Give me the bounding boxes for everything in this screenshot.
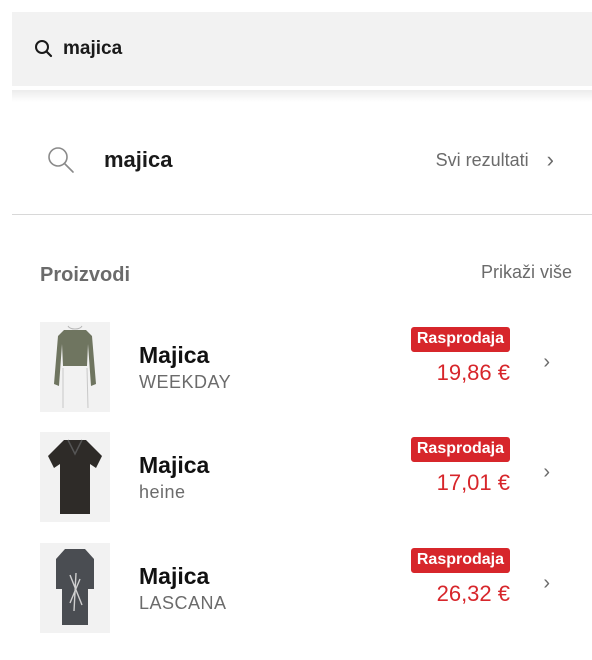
- section-title: Proizvodi: [40, 264, 131, 286]
- suggestion-term: majica: [104, 147, 173, 172]
- product-name: Majica: [139, 452, 210, 478]
- product-thumbnail: [40, 432, 110, 522]
- product-thumbnail: [40, 543, 110, 633]
- all-results-link[interactable]: Svi rezultati ›: [436, 147, 554, 173]
- printed-top-image: [56, 549, 94, 625]
- search-bar[interactable]: [12, 12, 592, 86]
- long-sleeve-top-image: [54, 325, 96, 409]
- chevron-right-icon: ›: [546, 147, 554, 172]
- sale-badge: Rasprodaja: [410, 327, 510, 352]
- product-price: 26,32 €: [436, 581, 510, 606]
- search-icon: [48, 147, 74, 173]
- chevron-right-icon: ›: [543, 461, 550, 483]
- sale-badge: Rasprodaja: [410, 437, 510, 462]
- product-brand: WEEKDAY: [139, 372, 232, 392]
- product-brand: heine: [139, 482, 186, 502]
- product-item[interactable]: Majica LASCANA Rasprodaja 26,32 € ›: [40, 543, 592, 635]
- chevron-right-icon: ›: [543, 572, 550, 594]
- product-price: 19,86 €: [436, 360, 510, 385]
- dropdown-top-shadow: [12, 90, 592, 102]
- search-input[interactable]: [63, 38, 463, 60]
- product-price: 17,01 €: [436, 470, 510, 495]
- product-brand: LASCANA: [139, 593, 227, 613]
- chevron-right-icon: ›: [543, 351, 550, 373]
- product-item[interactable]: Majica WEEKDAY Rasprodaja 19,86 € ›: [40, 322, 592, 414]
- product-name: Majica: [139, 342, 210, 368]
- product-item[interactable]: Majica heine Rasprodaja 17,01 € ›: [40, 432, 592, 524]
- sale-badge: Rasprodaja: [410, 548, 510, 573]
- polo-shirt-image: [48, 439, 102, 514]
- all-results-label: Svi rezultati: [435, 149, 529, 170]
- product-name: Majica: [139, 563, 210, 589]
- show-more-link[interactable]: Prikaži više: [481, 262, 572, 283]
- search-suggestion-row[interactable]: majica Svi rezultati ›: [12, 108, 592, 212]
- divider: [12, 214, 592, 215]
- search-icon: [35, 40, 53, 58]
- product-thumbnail: [40, 322, 110, 412]
